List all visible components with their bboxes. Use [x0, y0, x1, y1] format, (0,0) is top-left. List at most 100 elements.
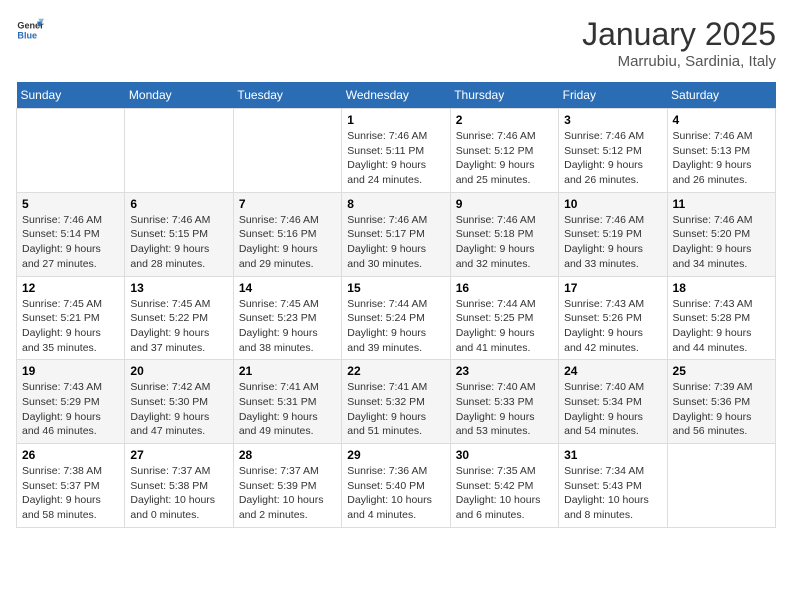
- day-number: 24: [564, 364, 661, 378]
- calendar-week-row: 26 Sunrise: 7:38 AM Sunset: 5:37 PM Dayli…: [17, 444, 776, 528]
- day-info: Sunrise: 7:46 AM Sunset: 5:12 PM Dayligh…: [564, 129, 661, 188]
- day-info: Sunrise: 7:46 AM Sunset: 5:14 PM Dayligh…: [22, 213, 119, 272]
- day-number: 12: [22, 281, 119, 295]
- day-info: Sunrise: 7:44 AM Sunset: 5:25 PM Dayligh…: [456, 297, 553, 356]
- day-number: 13: [130, 281, 227, 295]
- day-info: Sunrise: 7:45 AM Sunset: 5:21 PM Dayligh…: [22, 297, 119, 356]
- day-number: 5: [22, 197, 119, 211]
- day-header-thursday: Thursday: [450, 82, 558, 109]
- calendar-cell: 20 Sunrise: 7:42 AM Sunset: 5:30 PM Dayli…: [125, 360, 233, 444]
- day-number: 19: [22, 364, 119, 378]
- calendar-cell: [17, 109, 125, 193]
- calendar-cell: 24 Sunrise: 7:40 AM Sunset: 5:34 PM Dayli…: [559, 360, 667, 444]
- day-number: 25: [673, 364, 770, 378]
- logo-icon: General Blue: [16, 16, 44, 44]
- day-number: 1: [347, 113, 444, 127]
- day-info: Sunrise: 7:34 AM Sunset: 5:43 PM Dayligh…: [564, 464, 661, 523]
- calendar-week-row: 19 Sunrise: 7:43 AM Sunset: 5:29 PM Dayli…: [17, 360, 776, 444]
- calendar-cell: 21Sunrise: 7:41 AM Sunset: 5:31 PM Dayli…: [233, 360, 341, 444]
- calendar-cell: 3Sunrise: 7:46 AM Sunset: 5:12 PM Daylig…: [559, 109, 667, 193]
- calendar-cell: 14 Sunrise: 7:45 AM Sunset: 5:23 PM Dayli…: [233, 276, 341, 360]
- day-info: Sunrise: 7:46 AM Sunset: 5:20 PM Dayligh…: [673, 213, 770, 272]
- day-header-friday: Friday: [559, 82, 667, 109]
- day-info: Sunrise: 7:45 AM Sunset: 5:23 PM Dayligh…: [239, 297, 336, 356]
- calendar-cell: [125, 109, 233, 193]
- day-info: Sunrise: 7:41 AM Sunset: 5:32 PM Dayligh…: [347, 380, 444, 439]
- day-info: Sunrise: 7:38 AM Sunset: 5:37 PM Dayligh…: [22, 464, 119, 523]
- day-info: Sunrise: 7:46 AM Sunset: 5:15 PM Dayligh…: [130, 213, 227, 272]
- day-number: 16: [456, 281, 553, 295]
- page-header: General Blue January 2025 Marrubiu, Sard…: [16, 16, 776, 70]
- day-info: Sunrise: 7:41 AM Sunset: 5:31 PM Dayligh…: [239, 380, 336, 439]
- calendar-cell: 15Sunrise: 7:44 AM Sunset: 5:24 PM Dayli…: [342, 276, 450, 360]
- day-info: Sunrise: 7:40 AM Sunset: 5:33 PM Dayligh…: [456, 380, 553, 439]
- logo: General Blue: [16, 16, 44, 44]
- calendar-cell: 26 Sunrise: 7:38 AM Sunset: 5:37 PM Dayli…: [17, 444, 125, 528]
- day-info: Sunrise: 7:42 AM Sunset: 5:30 PM Dayligh…: [130, 380, 227, 439]
- day-number: 18: [673, 281, 770, 295]
- day-number: 2: [456, 113, 553, 127]
- day-number: 4: [673, 113, 770, 127]
- month-title: January 2025: [582, 16, 776, 53]
- day-number: 17: [564, 281, 661, 295]
- calendar-cell: 23Sunrise: 7:40 AM Sunset: 5:33 PM Dayli…: [450, 360, 558, 444]
- day-number: 31: [564, 448, 661, 462]
- calendar-header-row: SundayMondayTuesdayWednesdayThursdayFrid…: [17, 82, 776, 109]
- calendar-cell: 9 Sunrise: 7:46 AM Sunset: 5:18 PM Daylig…: [450, 192, 558, 276]
- day-info: Sunrise: 7:35 AM Sunset: 5:42 PM Dayligh…: [456, 464, 553, 523]
- day-info: Sunrise: 7:46 AM Sunset: 5:16 PM Dayligh…: [239, 213, 336, 272]
- calendar-cell: 17Sunrise: 7:43 AM Sunset: 5:26 PM Dayli…: [559, 276, 667, 360]
- calendar-cell: 6 Sunrise: 7:46 AM Sunset: 5:15 PM Daylig…: [125, 192, 233, 276]
- day-info: Sunrise: 7:43 AM Sunset: 5:29 PM Dayligh…: [22, 380, 119, 439]
- day-info: Sunrise: 7:36 AM Sunset: 5:40 PM Dayligh…: [347, 464, 444, 523]
- calendar-cell: 2 Sunrise: 7:46 AM Sunset: 5:12 PM Daylig…: [450, 109, 558, 193]
- day-number: 26: [22, 448, 119, 462]
- calendar-cell: 27 Sunrise: 7:37 AM Sunset: 5:38 PM Dayli…: [125, 444, 233, 528]
- day-number: 22: [347, 364, 444, 378]
- day-number: 30: [456, 448, 553, 462]
- calendar-cell: 25 Sunrise: 7:39 AM Sunset: 5:36 PM Dayli…: [667, 360, 775, 444]
- day-number: 9: [456, 197, 553, 211]
- day-number: 27: [130, 448, 227, 462]
- day-info: Sunrise: 7:43 AM Sunset: 5:28 PM Dayligh…: [673, 297, 770, 356]
- location-title: Marrubiu, Sardinia, Italy: [582, 53, 776, 70]
- day-info: Sunrise: 7:46 AM Sunset: 5:18 PM Dayligh…: [456, 213, 553, 272]
- day-number: 8: [347, 197, 444, 211]
- calendar-cell: 10Sunrise: 7:46 AM Sunset: 5:19 PM Dayli…: [559, 192, 667, 276]
- calendar-cell: 30 Sunrise: 7:35 AM Sunset: 5:42 PM Dayli…: [450, 444, 558, 528]
- day-info: Sunrise: 7:46 AM Sunset: 5:17 PM Dayligh…: [347, 213, 444, 272]
- calendar-cell: 12 Sunrise: 7:45 AM Sunset: 5:21 PM Dayli…: [17, 276, 125, 360]
- calendar-cell: 7 Sunrise: 7:46 AM Sunset: 5:16 PM Daylig…: [233, 192, 341, 276]
- calendar-week-row: 1 Sunrise: 7:46 AM Sunset: 5:11 PM Daylig…: [17, 109, 776, 193]
- day-number: 11: [673, 197, 770, 211]
- calendar-week-row: 12 Sunrise: 7:45 AM Sunset: 5:21 PM Dayli…: [17, 276, 776, 360]
- title-area: January 2025 Marrubiu, Sardinia, Italy: [582, 16, 776, 70]
- calendar-cell: 16 Sunrise: 7:44 AM Sunset: 5:25 PM Dayli…: [450, 276, 558, 360]
- calendar-cell: 5 Sunrise: 7:46 AM Sunset: 5:14 PM Daylig…: [17, 192, 125, 276]
- calendar-cell: 31 Sunrise: 7:34 AM Sunset: 5:43 PM Dayli…: [559, 444, 667, 528]
- day-header-saturday: Saturday: [667, 82, 775, 109]
- day-info: Sunrise: 7:40 AM Sunset: 5:34 PM Dayligh…: [564, 380, 661, 439]
- calendar-week-row: 5 Sunrise: 7:46 AM Sunset: 5:14 PM Daylig…: [17, 192, 776, 276]
- day-info: Sunrise: 7:45 AM Sunset: 5:22 PM Dayligh…: [130, 297, 227, 356]
- calendar-cell: 18 Sunrise: 7:43 AM Sunset: 5:28 PM Dayli…: [667, 276, 775, 360]
- calendar-cell: 11 Sunrise: 7:46 AM Sunset: 5:20 PM Dayli…: [667, 192, 775, 276]
- day-info: Sunrise: 7:46 AM Sunset: 5:12 PM Dayligh…: [456, 129, 553, 188]
- day-info: Sunrise: 7:44 AM Sunset: 5:24 PM Dayligh…: [347, 297, 444, 356]
- day-info: Sunrise: 7:37 AM Sunset: 5:38 PM Dayligh…: [130, 464, 227, 523]
- day-header-monday: Monday: [125, 82, 233, 109]
- calendar-table: SundayMondayTuesdayWednesdayThursdayFrid…: [16, 82, 776, 528]
- day-number: 14: [239, 281, 336, 295]
- calendar-cell: 19 Sunrise: 7:43 AM Sunset: 5:29 PM Dayli…: [17, 360, 125, 444]
- svg-text:Blue: Blue: [17, 30, 37, 40]
- calendar-cell: [233, 109, 341, 193]
- calendar-cell: 22 Sunrise: 7:41 AM Sunset: 5:32 PM Dayli…: [342, 360, 450, 444]
- day-info: Sunrise: 7:39 AM Sunset: 5:36 PM Dayligh…: [673, 380, 770, 439]
- day-info: Sunrise: 7:46 AM Sunset: 5:11 PM Dayligh…: [347, 129, 444, 188]
- day-number: 20: [130, 364, 227, 378]
- calendar-cell: 29Sunrise: 7:36 AM Sunset: 5:40 PM Dayli…: [342, 444, 450, 528]
- day-info: Sunrise: 7:37 AM Sunset: 5:39 PM Dayligh…: [239, 464, 336, 523]
- day-number: 7: [239, 197, 336, 211]
- calendar-cell: 1 Sunrise: 7:46 AM Sunset: 5:11 PM Daylig…: [342, 109, 450, 193]
- day-number: 6: [130, 197, 227, 211]
